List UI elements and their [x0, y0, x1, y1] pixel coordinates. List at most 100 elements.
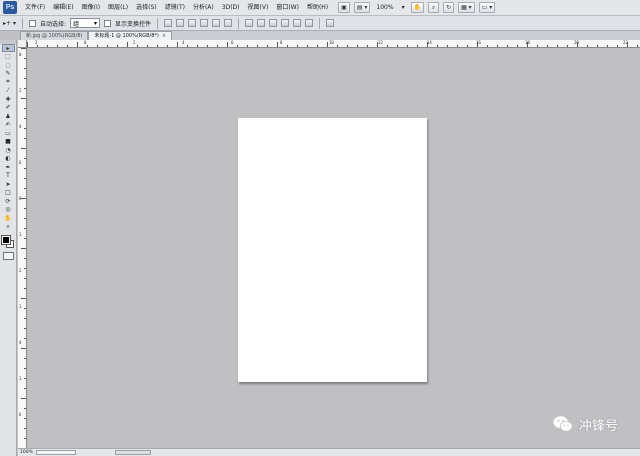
ruler-tick — [24, 418, 26, 419]
menu-window[interactable]: 窗口(W) — [272, 0, 303, 16]
horizontal-scrollbar[interactable] — [114, 450, 151, 455]
ruler-tick — [147, 45, 148, 47]
move-tool-preset-icon[interactable]: ▸+ ▾ — [3, 20, 16, 27]
ruler-tick — [24, 288, 26, 289]
align-bottom-icon[interactable] — [188, 19, 197, 27]
ruler-tick — [24, 438, 26, 439]
menu-3d[interactable]: 3D(D) — [218, 0, 244, 16]
arrange-documents-button[interactable]: ▦ ▾ — [458, 2, 475, 13]
foreground-color-swatch[interactable] — [1, 234, 11, 245]
document-canvas[interactable] — [238, 118, 427, 382]
distribute-right-icon[interactable] — [305, 19, 314, 27]
move-tool-icon[interactable]: ▸ — [1, 44, 15, 52]
ruler-tick — [187, 45, 188, 47]
rotate-view-icon[interactable]: ↻ — [443, 2, 455, 13]
ruler-tick — [517, 45, 518, 47]
marquee-tool-icon[interactable]: ⬚ — [2, 53, 15, 61]
vertical-ruler[interactable]: 0 2 4 6 8 1 2 1 4 1 6 — [18, 48, 27, 448]
ruler-tick — [24, 238, 26, 239]
align-left-icon[interactable] — [200, 19, 209, 27]
menu-help[interactable]: 帮助(H) — [303, 0, 332, 16]
tab-label: 未标题-1 @ 100%(RGB/8*) — [94, 33, 159, 39]
path-select-tool-icon[interactable]: ➤ — [2, 180, 15, 188]
pen-tool-icon[interactable]: ✒ — [2, 163, 15, 171]
clone-stamp-tool-icon[interactable]: ♟ — [2, 112, 15, 120]
distribute-top-icon[interactable] — [245, 19, 254, 27]
ruler-number: 10 — [329, 40, 334, 45]
zoom-tool-icon[interactable]: ⌕ — [2, 223, 15, 231]
options-bar: ▸+ ▾ 自动选择: 组 ▾ 显示变换控件 — [0, 16, 640, 31]
screen-mode-button[interactable]: ▭ ▾ — [478, 2, 496, 13]
document-info-field[interactable] — [35, 450, 76, 455]
ruler-tick — [197, 45, 198, 47]
menu-analysis[interactable]: 分析(A) — [189, 0, 218, 16]
zoom-level[interactable]: 100% — [374, 4, 395, 11]
show-transform-checkbox[interactable] — [104, 19, 111, 27]
ruler-tick — [24, 68, 26, 69]
eraser-tool-icon[interactable]: ▭ — [2, 129, 15, 137]
dodge-tool-icon[interactable]: ◐ — [2, 155, 15, 163]
auto-align-layers-icon[interactable] — [326, 19, 335, 27]
ruler-tick — [467, 45, 468, 47]
hand-tool-icon[interactable]: ✋ — [2, 214, 15, 222]
ruler-tick — [24, 108, 26, 109]
ruler-tick — [507, 45, 508, 47]
gradient-tool-icon[interactable]: ■ — [2, 138, 15, 146]
auto-select-dropdown[interactable]: 组 ▾ — [70, 18, 100, 28]
status-zoom[interactable]: 100% — [20, 450, 33, 455]
color-swatches[interactable] — [1, 234, 15, 249]
zoom-tool-icon[interactable]: ⌕ — [428, 2, 440, 13]
distribute-bottom-icon[interactable] — [269, 19, 278, 27]
3d-rotate-tool-icon[interactable]: ⟳ — [2, 197, 15, 205]
ruler-number: 1 — [19, 376, 22, 381]
lasso-tool-icon[interactable]: ◌ — [2, 61, 15, 69]
ruler-tick — [397, 45, 398, 47]
menu-edit[interactable]: 编辑(E) — [49, 0, 77, 16]
distribute-hcenter-icon[interactable] — [293, 19, 302, 27]
align-hcenter-icon[interactable] — [212, 19, 221, 27]
ruler-tick — [27, 42, 28, 47]
distribute-left-icon[interactable] — [281, 19, 290, 27]
distribute-vcenter-icon[interactable] — [257, 19, 266, 27]
eyedropper-tool-icon[interactable]: ⁄ — [2, 87, 15, 95]
ruler-tick — [24, 58, 26, 59]
ruler-number: 18 — [525, 40, 530, 45]
tab-untitled-1[interactable]: 未标题-1 @ 100%(RGB/8*) × — [88, 31, 173, 40]
align-vcenter-icon[interactable] — [176, 19, 185, 27]
quick-mask-icon[interactable] — [2, 251, 14, 260]
auto-select-checkbox[interactable] — [28, 19, 36, 27]
tab-new-jpg[interactable]: 新.jpg @ 100%(RGB/8) — [20, 31, 89, 40]
menu-file[interactable]: 文件(F) — [21, 0, 49, 16]
horizontal-ruler[interactable]: 2 0 2 4 6 8 10 12 14 16 18 20 22 — [27, 40, 640, 48]
type-tool-icon[interactable]: T — [2, 172, 15, 180]
menu-select[interactable]: 选择(S) — [132, 0, 161, 16]
align-top-icon[interactable] — [164, 19, 173, 27]
quick-select-tool-icon[interactable]: ✎ — [2, 70, 15, 78]
ruler-tick — [107, 45, 108, 47]
close-icon[interactable]: × — [162, 32, 166, 40]
bridge-button[interactable]: ▣ — [338, 2, 350, 13]
menu-image[interactable]: 图像(I) — [78, 0, 104, 16]
canvas-workspace[interactable] — [28, 49, 640, 448]
ruler-tick — [24, 308, 26, 309]
crop-tool-icon[interactable]: ⌗ — [2, 78, 15, 86]
menu-view[interactable]: 视图(V) — [244, 0, 273, 16]
healing-brush-tool-icon[interactable]: ✚ — [2, 95, 15, 103]
divider — [157, 17, 159, 29]
shape-tool-icon[interactable]: □ — [2, 189, 15, 197]
brush-tool-icon[interactable]: ✐ — [2, 104, 15, 112]
menu-layer[interactable]: 图层(L) — [104, 0, 132, 16]
menu-filter[interactable]: 滤镜(T) — [161, 0, 189, 16]
3d-orbit-tool-icon[interactable]: ◎ — [2, 206, 15, 214]
blur-tool-icon[interactable]: ◔ — [2, 146, 15, 154]
history-brush-tool-icon[interactable]: ✍ — [2, 121, 15, 129]
photoshop-window: Ps 文件(F) 编辑(E) 图像(I) 图层(L) 选择(S) 滤镜(T) 分… — [0, 0, 640, 456]
ruler-number: 2 — [133, 40, 136, 45]
view-extras-button[interactable]: ▤ ▾ — [353, 2, 371, 13]
ruler-tick — [24, 128, 26, 129]
ruler-tick — [24, 388, 26, 389]
zoom-dropdown-icon[interactable]: ▾ — [400, 4, 407, 11]
align-right-icon[interactable] — [224, 19, 233, 27]
ruler-origin[interactable] — [18, 40, 27, 48]
hand-tool-icon[interactable]: ✋ — [410, 2, 425, 13]
